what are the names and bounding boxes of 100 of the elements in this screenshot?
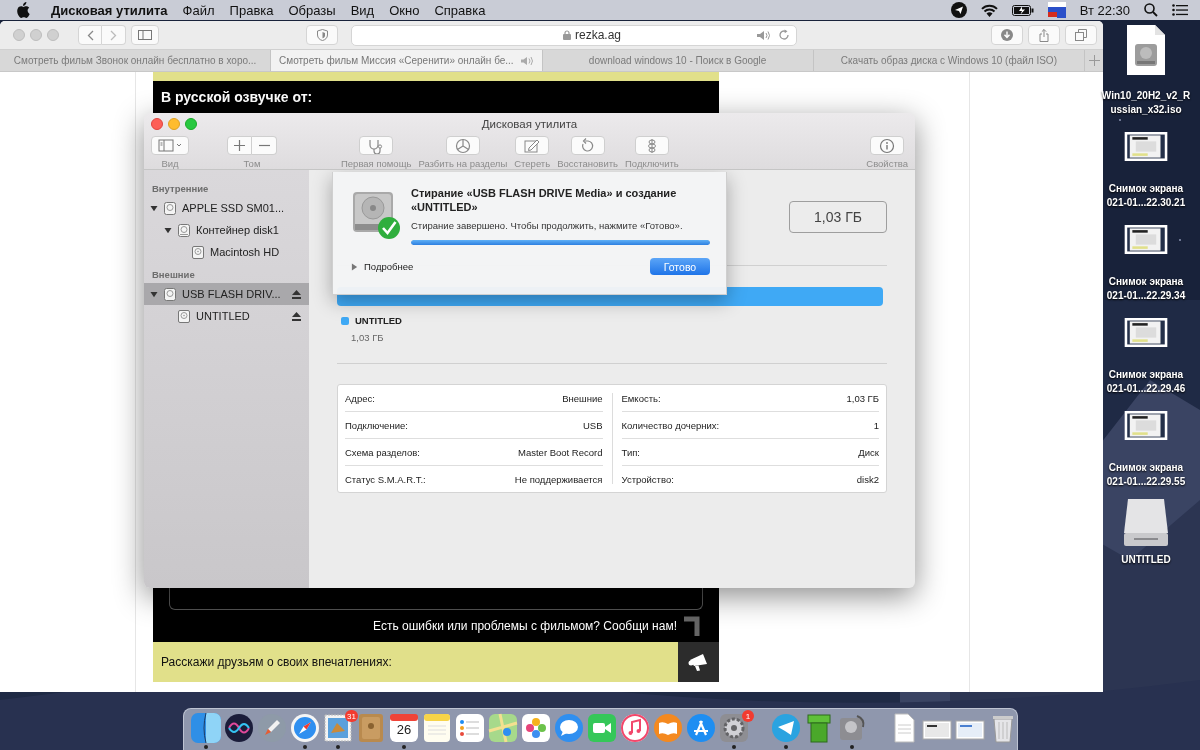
flag-icon (1047, 2, 1066, 18)
sidebar-item[interactable]: Macintosh HD (144, 241, 309, 263)
speaker-icon[interactable] (756, 29, 772, 41)
sidebar-item[interactable]: APPLE SSD SM01... (144, 197, 309, 219)
map-icon[interactable] (488, 713, 518, 743)
chevron-right-icon (110, 29, 117, 41)
info-value: 1,03 ГБ (846, 392, 879, 404)
partition-button[interactable] (445, 136, 480, 155)
browser-tab[interactable]: Смотреть фильм Миссия «Серенити» онлайн бе... (271, 50, 543, 71)
item-label: UNTITLED (196, 310, 251, 322)
file-name: 021-01...22.30.21 (1106, 196, 1186, 210)
toolbar-label: Том (243, 158, 261, 169)
file-name: 021-01...22.29.34 (1106, 289, 1186, 303)
two-tone-square-icon[interactable] (191, 713, 221, 743)
file-name: Снимок экрана (1108, 461, 1184, 475)
menu-item[interactable]: Справка (434, 2, 486, 18)
window-control[interactable] (168, 118, 180, 130)
corner-bracket-icon (684, 616, 701, 636)
restore-button[interactable] (570, 136, 605, 155)
remove-button[interactable] (252, 136, 277, 155)
info-value: USB (582, 419, 603, 431)
sidebar-icon (157, 137, 183, 154)
open-book-icon[interactable] (653, 713, 683, 743)
chevron-left-icon (86, 29, 94, 41)
flower-icon[interactable] (521, 713, 551, 743)
disk-image-icon[interactable] (1126, 24, 1166, 76)
eject-icon[interactable] (292, 311, 301, 321)
disclosure-triangle-icon[interactable] (149, 204, 158, 212)
search-icon[interactable] (1144, 3, 1158, 17)
info-label: Схема разделов: (345, 446, 420, 458)
drive-icon (177, 308, 191, 324)
view-button[interactable] (151, 136, 189, 155)
menu-item[interactable]: Окно (389, 2, 420, 18)
details-toggle[interactable]: Подробнее (364, 261, 414, 272)
calendar-icon[interactable] (389, 713, 419, 743)
toolbar-label: Подключить (625, 158, 679, 169)
sidebar-item[interactable]: Контейнер disk1 (144, 219, 309, 241)
item-label: APPLE SSD SM01... (182, 202, 286, 214)
list-icon[interactable] (1172, 4, 1188, 16)
menu-item[interactable]: Образы (288, 2, 336, 18)
paper-plane-icon[interactable] (771, 713, 801, 743)
file-name: Снимок экрана (1108, 182, 1184, 196)
back-button[interactable] (78, 25, 102, 45)
pipe-icon[interactable] (804, 713, 834, 743)
reload-icon[interactable] (778, 29, 790, 41)
info-label: Тип: (621, 446, 640, 458)
share-icon (1039, 28, 1049, 42)
sheet-message: Стирание завершено. Чтобы продолжить, нажмите «Готово». (411, 220, 684, 231)
checklist-icon[interactable] (455, 713, 485, 743)
disclosure-triangle-icon[interactable] (149, 290, 158, 298)
orb-icon[interactable] (224, 713, 254, 743)
window-control[interactable] (151, 118, 163, 130)
mount-button[interactable] (634, 136, 669, 155)
plus-icon[interactable] (1088, 55, 1100, 66)
megaphone-icon (687, 652, 710, 672)
tab-overview-button[interactable] (1065, 25, 1097, 45)
address-field[interactable]: rezka.ag (351, 24, 797, 46)
toolbar-label: Стереть (514, 158, 551, 169)
shield-icon (316, 29, 328, 41)
sidebar-button[interactable] (131, 25, 159, 45)
privacy-button[interactable] (306, 25, 338, 45)
sidebar-item[interactable]: UNTITLED (144, 305, 309, 327)
section-title: Внешние (151, 268, 196, 282)
menu-item[interactable]: Вид (350, 2, 375, 18)
info-label: Устройство: (621, 473, 674, 485)
info-button[interactable] (870, 136, 905, 155)
gear-icon[interactable] (719, 713, 749, 743)
speaker-icon[interactable] (519, 55, 534, 66)
window-control[interactable] (185, 118, 197, 130)
lock-icon (563, 30, 571, 40)
drive-icon (177, 222, 191, 238)
share-button[interactable] (678, 642, 719, 682)
file-name: UNTITLED (1121, 553, 1171, 567)
external-drive-icon[interactable] (1122, 497, 1170, 547)
tabs-icon (1075, 29, 1087, 41)
disk-drive-icon[interactable] (837, 713, 867, 743)
erase-button[interactable] (515, 136, 550, 155)
app-menu[interactable]: Дисковая утилита (51, 2, 168, 18)
disclosure-triangle-icon[interactable] (351, 262, 358, 271)
disclosure-triangle-icon[interactable] (163, 226, 172, 234)
info-value: 1 (873, 419, 879, 431)
download-icon (1001, 29, 1013, 41)
file-name: ussian_x32.iso (1110, 103, 1182, 117)
eject-icon[interactable] (292, 289, 301, 299)
downloads-button[interactable] (991, 25, 1023, 45)
toolbar-label: Вид (161, 158, 179, 169)
info-value: disk2 (856, 473, 879, 485)
calendar-date: 26 (395, 722, 413, 737)
compass-icon[interactable] (290, 713, 320, 743)
share-prompt: Расскажи друзьям о своих впечатлениях: (153, 642, 678, 682)
music-note-icon[interactable] (620, 713, 650, 743)
window-title: Дисковая утилита (481, 118, 578, 130)
info-label: Подключение: (345, 419, 408, 431)
menu-item[interactable]: Правка (229, 2, 274, 18)
menu-item[interactable]: Файл (182, 2, 215, 18)
video-camera-icon[interactable] (587, 713, 617, 743)
first-aid-button[interactable] (359, 136, 394, 155)
add-button[interactable] (227, 136, 252, 155)
sidebar-item[interactable]: USB FLASH DRIV... (144, 283, 309, 305)
speech-bubble-icon[interactable] (554, 713, 584, 743)
